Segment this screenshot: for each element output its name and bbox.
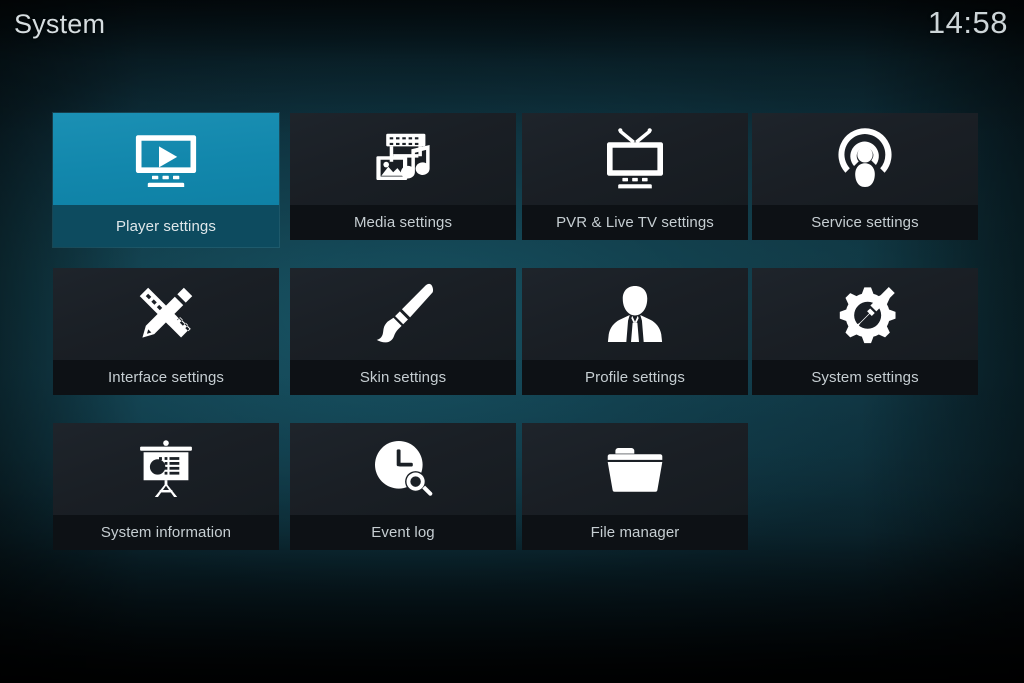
tile-service-settings[interactable]: Service settings [752, 113, 978, 240]
tile-skin-settings[interactable]: Skin settings [290, 268, 516, 395]
tile-icon-area [290, 113, 516, 205]
paintbrush-icon [368, 279, 438, 349]
tile-file-manager[interactable]: File manager [522, 423, 748, 550]
tile-media-settings[interactable]: Media settings [290, 113, 516, 240]
tile-icon-area [290, 423, 516, 515]
tile-system-settings[interactable]: System settings [752, 268, 978, 395]
tile-event-log[interactable]: Event log [290, 423, 516, 550]
folder-icon [600, 434, 670, 504]
tv-antenna-icon [600, 124, 670, 194]
clock: 14:58 [927, 5, 1008, 40]
kodi-system-screen: System 14:58 Player settings Media settin… [0, 0, 1024, 683]
tile-row: Player settings Media settings PVR & Live … [53, 113, 978, 268]
tile-player-settings[interactable]: Player settings [53, 113, 279, 247]
tile-icon-area [290, 268, 516, 360]
presentation-chart-icon [131, 434, 201, 504]
gear-screwdriver-icon [830, 279, 900, 349]
tile-row: System information Event log File manager [53, 423, 973, 578]
clock-search-icon [368, 434, 438, 504]
tile-label: System settings [752, 360, 978, 395]
header-bar: System 14:58 [0, 0, 1024, 52]
tile-system-information[interactable]: System information [53, 423, 279, 550]
tile-icon-area [53, 113, 279, 205]
person-bust-icon [600, 279, 670, 349]
tile-label: Event log [290, 515, 516, 550]
tile-pvr-live-tv-settings[interactable]: PVR & Live TV settings [522, 113, 748, 240]
tile-row: Interface settings Skin settings Profile s… [53, 268, 978, 423]
tile-icon-area [522, 113, 748, 205]
monitor-play-icon [131, 124, 201, 194]
page-title: System [14, 9, 106, 39]
tile-icon-area [752, 268, 978, 360]
tile-label: Service settings [752, 205, 978, 240]
tile-label: PVR & Live TV settings [522, 205, 748, 240]
pencil-ruler-icon [131, 279, 201, 349]
tile-icon-area [522, 268, 748, 360]
tile-label: Player settings [53, 205, 279, 247]
tile-icon-area [53, 423, 279, 515]
tile-label: Skin settings [290, 360, 516, 395]
tile-profile-settings[interactable]: Profile settings [522, 268, 748, 395]
tile-icon-area [752, 113, 978, 205]
tile-label: System information [53, 515, 279, 550]
tile-label: File manager [522, 515, 748, 550]
tile-label: Interface settings [53, 360, 279, 395]
tile-label: Profile settings [522, 360, 748, 395]
tile-icon-area [53, 268, 279, 360]
tile-interface-settings[interactable]: Interface settings [53, 268, 279, 395]
broadcast-user-icon [830, 124, 900, 194]
tile-icon-area [522, 423, 748, 515]
settings-tile-grid: Player settings Media settings PVR & Live … [53, 113, 978, 578]
tile-label: Media settings [290, 205, 516, 240]
media-library-icon [368, 124, 438, 194]
